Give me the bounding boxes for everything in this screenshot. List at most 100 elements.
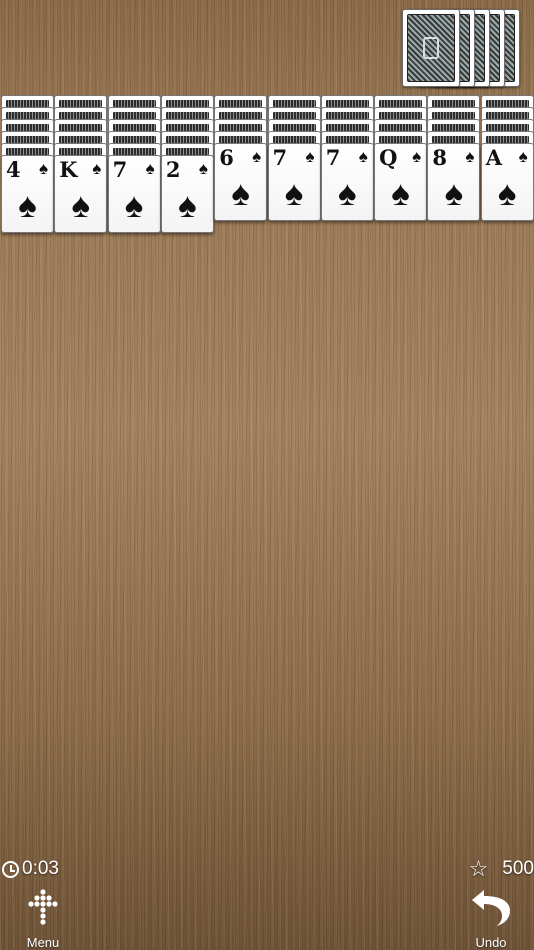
- card-back-pattern: [59, 124, 103, 131]
- card-back-pattern: [379, 112, 423, 119]
- card-back-pattern: [485, 112, 529, 119]
- card-rank: K: [59, 157, 78, 182]
- card-back-pattern: [165, 100, 209, 107]
- timer: 0:03: [2, 858, 59, 880]
- card-back-pattern: [112, 124, 156, 131]
- card-rank: 6: [219, 145, 234, 170]
- spade-icon: ♠: [444, 174, 464, 213]
- card-back-pattern: [6, 148, 49, 155]
- card-back-pattern: [165, 136, 209, 143]
- star-icon: ☆: [468, 856, 489, 881]
- spade-icon: ♠: [284, 174, 304, 213]
- card-back-pattern: [165, 148, 209, 155]
- spade-icon: ♠: [231, 174, 250, 213]
- card-rank: 8: [432, 145, 448, 170]
- faceup-card[interactable]: A ♠ ♠: [480, 143, 534, 221]
- faceup-card[interactable]: K ♠ ♠: [54, 155, 108, 233]
- spade-icon: ♠: [38, 159, 48, 178]
- score-value: 500: [502, 858, 534, 879]
- spade-icon: ♠: [18, 186, 37, 225]
- card-back-pattern: [379, 124, 423, 131]
- card-rank: 7: [272, 145, 288, 170]
- card-back-pattern: [112, 112, 156, 119]
- spade-icon: ♠: [391, 174, 410, 213]
- card-rank: A: [485, 145, 502, 170]
- card-back-pattern: [432, 124, 476, 131]
- stock-card[interactable]: [402, 9, 460, 87]
- card-back-pattern: [432, 100, 476, 107]
- card-back-pattern: [219, 136, 263, 143]
- spade-icon: ♠: [252, 147, 262, 166]
- menu-dots-icon: [28, 889, 58, 925]
- card-back: [407, 14, 455, 82]
- spade-icon: ♠: [497, 174, 517, 213]
- faceup-card[interactable]: 7 ♠ ♠: [320, 143, 374, 221]
- spade-icon: ♠: [338, 174, 357, 213]
- spade-icon: ♠: [92, 159, 102, 178]
- card-back-pattern: [59, 100, 103, 107]
- card-back-pattern: [325, 136, 369, 143]
- spade-icon: ♠: [412, 147, 422, 166]
- undo-arrow-icon: [472, 890, 510, 926]
- faceup-card[interactable]: 7 ♠ ♠: [267, 143, 321, 221]
- card-back-pattern: [219, 124, 263, 131]
- card-back-pattern: [6, 136, 49, 143]
- card-back-pattern: [219, 112, 263, 119]
- card-back-pattern: [6, 124, 49, 131]
- faceup-card[interactable]: 7 ♠ ♠: [107, 155, 161, 233]
- card-back-pattern: [379, 100, 423, 107]
- spade-icon: ♠: [124, 186, 144, 225]
- card-back-pattern: [112, 148, 156, 155]
- card-back-pattern: [432, 112, 476, 119]
- spade-icon: ♠: [465, 147, 475, 166]
- faceup-card[interactable]: 6 ♠ ♠: [214, 143, 268, 221]
- spade-icon: ♠: [305, 147, 315, 166]
- clock-icon: [2, 860, 19, 878]
- spade-icon: ♠: [518, 147, 528, 166]
- card-back-pattern: [6, 112, 49, 119]
- card-back-pattern: [165, 112, 209, 119]
- spade-icon: ♠: [71, 186, 91, 225]
- spade-icon: ♠: [145, 159, 155, 178]
- card-back-pattern: [432, 136, 476, 143]
- spade-icon: ♠: [198, 159, 208, 178]
- spade-icon: ♠: [358, 147, 368, 166]
- undo-button[interactable]: Undo: [468, 888, 514, 950]
- tableau: 4 ♠ ♠ K ♠ ♠ 7 ♠ ♠ 2 ♠ ♠ 6 ♠ ♠ 7 ♠ ♠ 7 ♠ ♠ Q ♠ ♠ 8 ♠ ♠ A ♠ ♠: [0, 95, 534, 235]
- card-back-pattern: [325, 100, 369, 107]
- card-back-pattern: [219, 100, 263, 107]
- faceup-card[interactable]: Q ♠ ♠: [374, 143, 428, 221]
- card-back-pattern: [6, 100, 49, 107]
- card-back-pattern: [59, 148, 103, 155]
- card-rank: 7: [325, 145, 341, 170]
- menu-label: Menu: [26, 935, 60, 950]
- card-rank: 4: [6, 157, 21, 182]
- card-rank: 2: [165, 157, 181, 182]
- card-back-pattern: [379, 136, 423, 143]
- timer-value: 0:03: [22, 858, 59, 879]
- card-back-pattern: [485, 136, 529, 143]
- card-back-pattern: [59, 112, 103, 119]
- card-back-pattern: [112, 136, 156, 143]
- card-back-pattern: [485, 124, 529, 131]
- stock-pile[interactable]: [402, 9, 520, 87]
- faceup-card[interactable]: 8 ♠ ♠: [427, 143, 481, 221]
- faceup-card[interactable]: 2 ♠ ♠: [160, 155, 214, 233]
- card-back-pattern: [325, 124, 369, 131]
- card-back-pattern: [112, 100, 156, 107]
- score: ☆ 500: [469, 858, 534, 880]
- card-back-pattern: [272, 124, 316, 131]
- card-rank: Q: [379, 145, 398, 170]
- undo-label: Undo: [475, 935, 507, 950]
- card-back-pattern: [59, 136, 103, 143]
- spade-icon: ♠: [178, 186, 197, 225]
- menu-button[interactable]: Menu: [22, 888, 64, 950]
- card-back-pattern: [485, 100, 529, 107]
- card-back-pattern: [272, 100, 316, 107]
- faceup-card[interactable]: 4 ♠ ♠: [1, 155, 54, 233]
- card-rank: 7: [112, 157, 128, 182]
- card-back-pattern: [325, 112, 369, 119]
- card-back-pattern: [272, 112, 316, 119]
- card-back-pattern: [272, 136, 316, 143]
- card-back-pattern: [165, 124, 209, 131]
